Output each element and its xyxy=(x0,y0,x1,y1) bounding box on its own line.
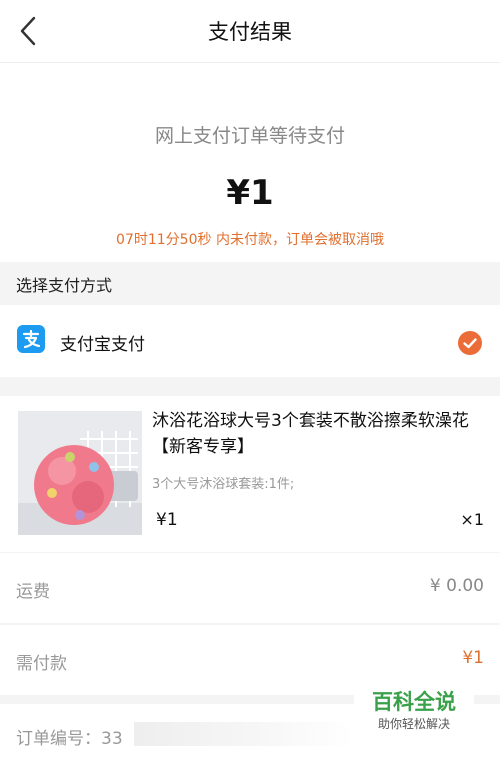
shipping-fee-row: 运费 ¥ 0.00 xyxy=(0,553,500,623)
payment-status-text: 网上支付订单等待支付 xyxy=(154,125,345,147)
watermark-subtitle: 助你轻松解决 xyxy=(377,717,450,731)
payment-method-label: 支付宝支付 xyxy=(60,335,145,355)
product-spec: 3个大号沐浴球套装:1件; xyxy=(152,477,295,492)
watermark-title: 百科全说 xyxy=(372,690,456,714)
order-number-label: 订单编号：33 xyxy=(16,724,123,749)
payment-countdown: 07时11分50秒 内未付款，订单会被取消哦 xyxy=(116,232,384,248)
shipping-fee-value: ¥ 0.00 xyxy=(429,576,484,596)
amount-due-value: ¥1 xyxy=(462,648,484,668)
order-number-prefix: 订单编号： xyxy=(16,729,101,749)
payment-method-alipay[interactable]: 支付宝支付 xyxy=(0,305,500,377)
order-number-redaction xyxy=(134,722,354,746)
product-image xyxy=(18,411,142,535)
shipping-fee-label: 运费 xyxy=(16,582,50,602)
product-price: ¥1 xyxy=(156,510,178,530)
payment-method-heading: 选择支付方式 xyxy=(16,276,113,295)
amount-due-label: 需付款 xyxy=(16,654,67,674)
payment-result-panel: 网上支付订单等待支付 ¥1 07时11分50秒 内未付款，订单会被取消哦 xyxy=(0,63,500,262)
order-product-card[interactable]: 沐浴花浴球大号3个套装不散浴擦柔软澡花【新客专享】 3个大号沐浴球套装:1件; … xyxy=(0,396,500,552)
alipay-icon xyxy=(17,325,45,353)
top-nav-bar: 支付结果 xyxy=(0,0,500,63)
order-number-value: 33 xyxy=(101,729,123,749)
check-icon[interactable] xyxy=(458,331,482,355)
payment-amount: ¥1 xyxy=(226,173,274,213)
page-title: 支付结果 xyxy=(208,20,292,44)
product-quantity: ×1 xyxy=(460,510,484,529)
watermark: 百科全说 助你轻松解决 xyxy=(354,684,474,738)
product-title: 沐浴花浴球大号3个套装不散浴擦柔软澡花【新客专享】 xyxy=(152,411,469,457)
